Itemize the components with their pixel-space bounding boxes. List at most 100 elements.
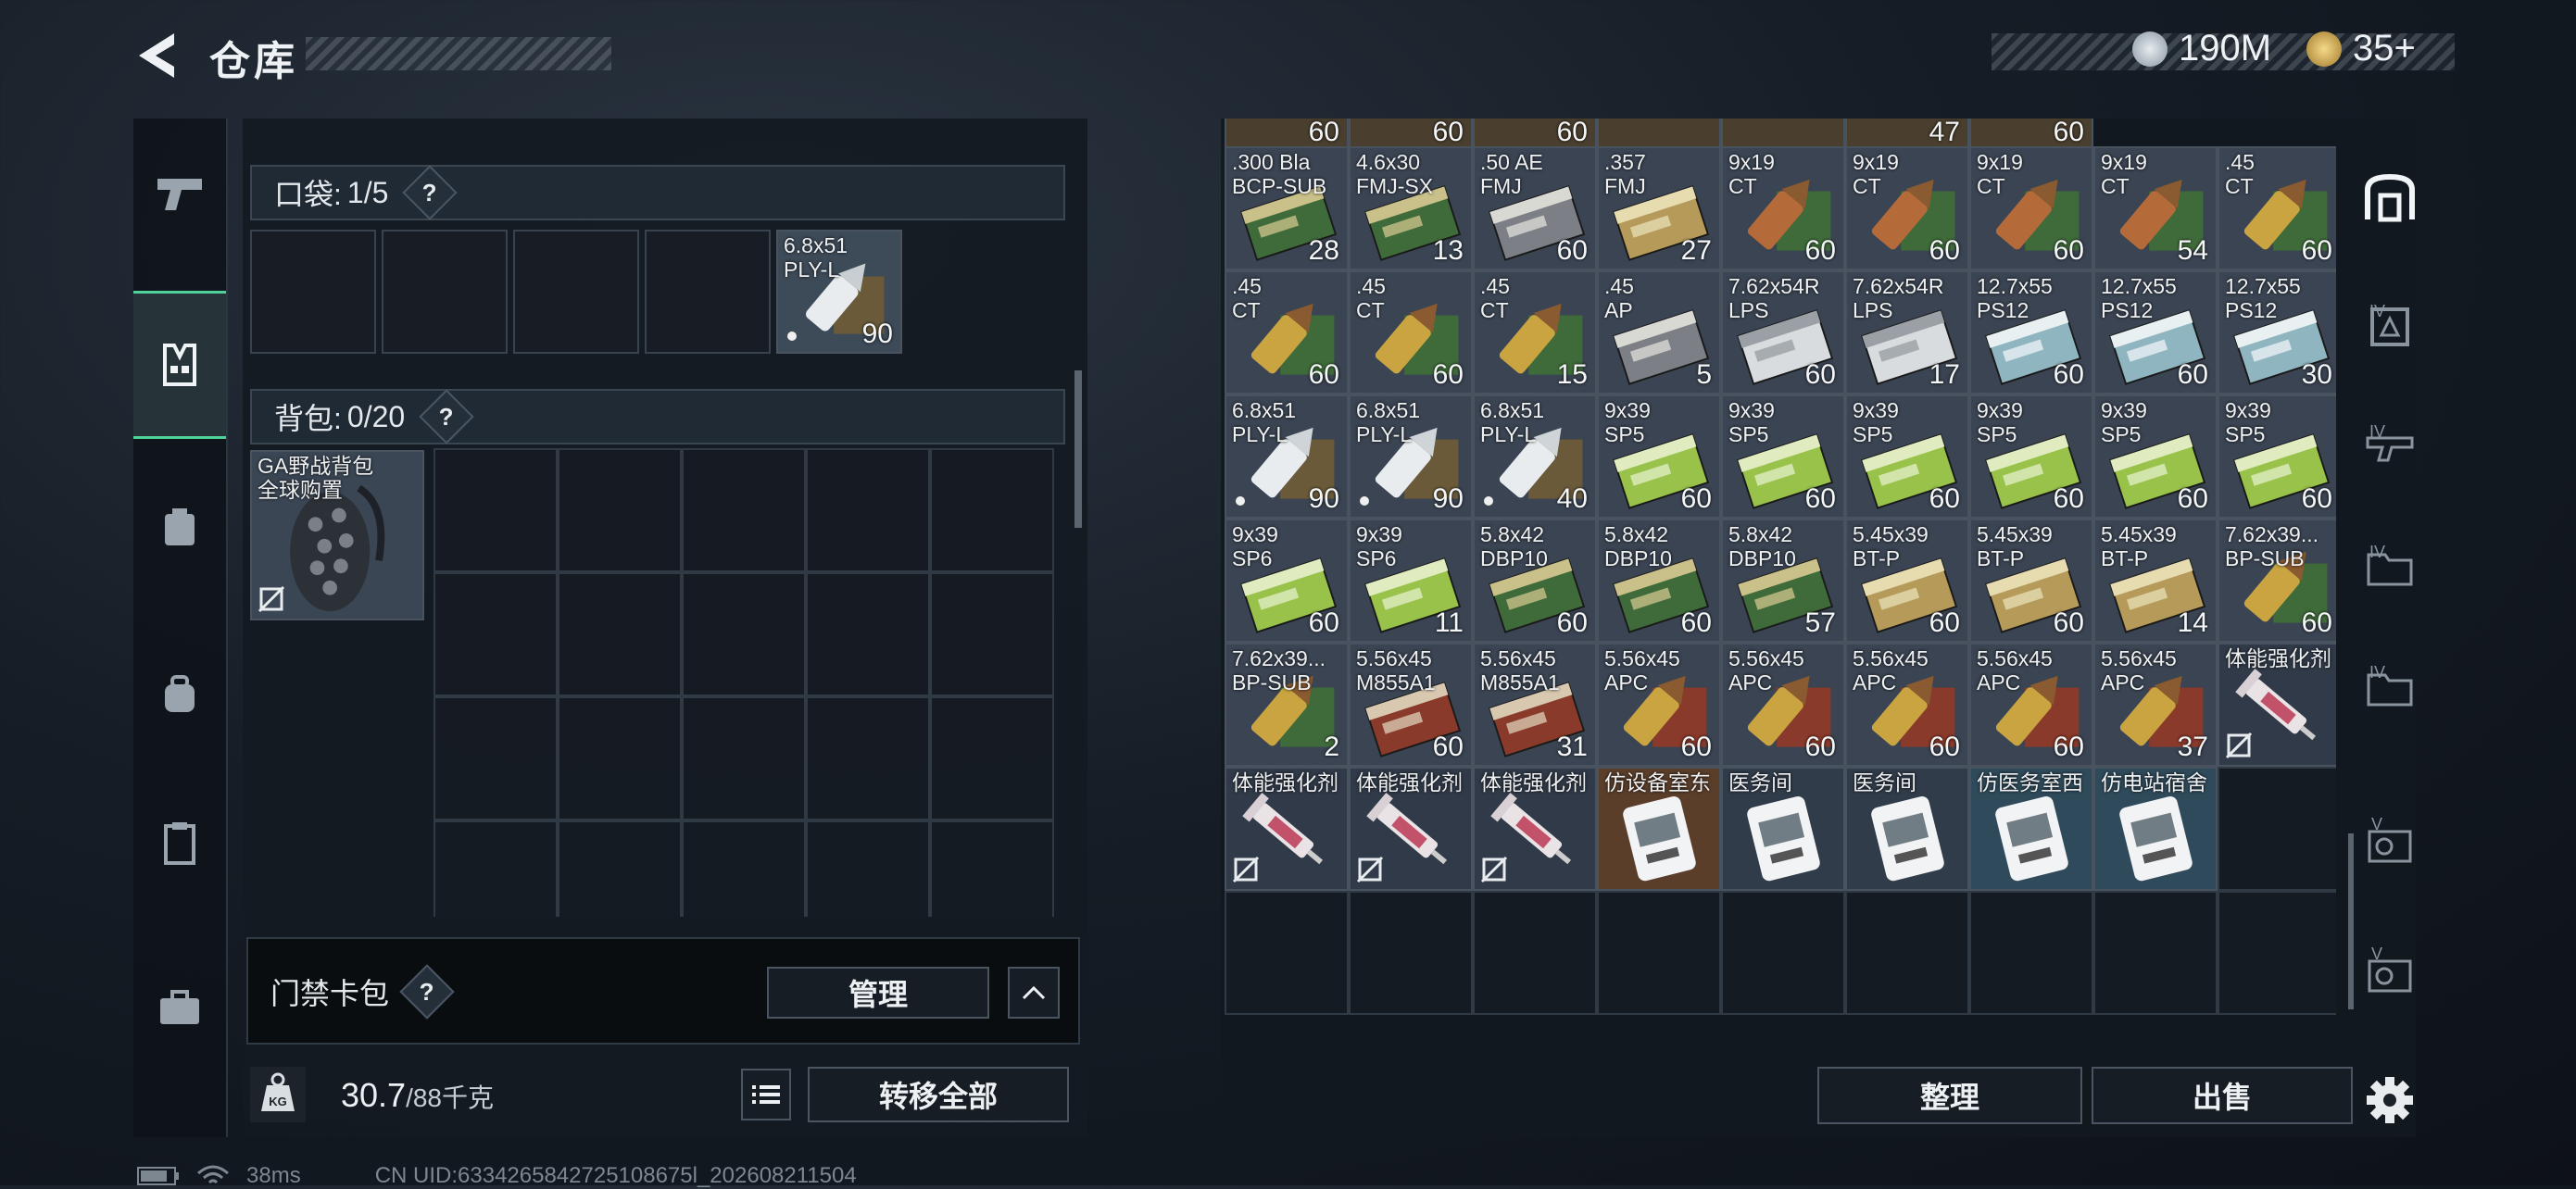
stash-item[interactable]: 9x39 SP5 60: [1969, 394, 2093, 519]
backpack-slot[interactable]: [806, 448, 930, 572]
stash-item[interactable]: 9x39 SP5 60: [2218, 394, 2336, 519]
backpack-slot[interactable]: [434, 572, 558, 696]
backpack-slot[interactable]: [682, 448, 806, 572]
backpack-slot[interactable]: [558, 696, 682, 820]
stash-slot[interactable]: [1473, 891, 1597, 1015]
stash-item[interactable]: 6.8x51 PLY-L 90: [1225, 394, 1349, 519]
nav-helmet[interactable]: [133, 454, 226, 602]
stash-item[interactable]: 仿电站宿舍: [2093, 767, 2218, 891]
backpack-slot[interactable]: [930, 572, 1054, 696]
stash-item[interactable]: 仿医务室西: [1969, 767, 2093, 891]
backpack-slot[interactable]: [558, 448, 682, 572]
backpack-slot[interactable]: [806, 696, 930, 820]
list-view-icon[interactable]: [741, 1069, 791, 1120]
pocket-slot[interactable]: [250, 230, 376, 354]
stash-item[interactable]: 9x19 CT 60: [1969, 146, 2093, 270]
stash-item[interactable]: 12.7x55 PS12 60: [1969, 270, 2093, 394]
stash-item[interactable]: .45 CT 60: [1349, 270, 1473, 394]
stash-slot[interactable]: [2093, 891, 2218, 1015]
backpack-slot[interactable]: [930, 820, 1054, 917]
stash-slot[interactable]: [2218, 767, 2336, 891]
stash-slot[interactable]: [1349, 891, 1473, 1015]
stash-item[interactable]: 体能强化剂: [1349, 767, 1473, 891]
tab-medical-2[interactable]: V: [2344, 915, 2436, 1035]
backpack-slot[interactable]: [806, 572, 930, 696]
help-icon[interactable]: ?: [399, 964, 455, 1020]
stash-item[interactable]: 7.62x54R LPS 60: [1721, 270, 1845, 394]
stash-item[interactable]: 体能强化剂: [1473, 767, 1597, 891]
stash-item[interactable]: 9x39 SP5 60: [2093, 394, 2218, 519]
backpack-slot[interactable]: [682, 572, 806, 696]
stash-item[interactable]: 5.56x45 M855A1 31: [1473, 643, 1597, 767]
backpack-slot[interactable]: [682, 696, 806, 820]
backpack-slot[interactable]: [558, 572, 682, 696]
stash-item[interactable]: 5.8x42 DBP10 60: [1597, 519, 1721, 643]
pocket-slot[interactable]: [645, 230, 771, 354]
backpack-slot[interactable]: [558, 820, 682, 917]
pocket-item[interactable]: 6.8x51 PLY-L 90: [776, 230, 902, 354]
back-icon[interactable]: [130, 28, 185, 83]
stash-item[interactable]: 5.45x39 BT-P 60: [1845, 519, 1969, 643]
stash-slot[interactable]: [1969, 891, 2093, 1015]
stash-item[interactable]: 9x39 SP5 60: [1845, 394, 1969, 519]
stash-item[interactable]: .45 CT 60: [2218, 146, 2336, 270]
settings-button[interactable]: [2344, 1045, 2436, 1156]
stash-item[interactable]: 7.62x39... BP-SUB 60: [2218, 519, 2336, 643]
help-icon[interactable]: ?: [419, 389, 474, 444]
stash-slot[interactable]: [1597, 891, 1721, 1015]
stash-item[interactable]: 9x19 CT 60: [1721, 146, 1845, 270]
backpack-slot[interactable]: [434, 820, 558, 917]
stash-item[interactable]: 12.7x55 PS12 30: [2218, 270, 2336, 394]
stash-item[interactable]: 医务间: [1721, 767, 1845, 891]
pocket-slot[interactable]: [513, 230, 639, 354]
sort-button[interactable]: 整理: [1817, 1067, 2082, 1124]
tab-folder-2[interactable]: IV: [2344, 628, 2436, 748]
currency-silver[interactable]: 190M: [2132, 28, 2271, 69]
stash-item[interactable]: 12.7x55 PS12 60: [2093, 270, 2218, 394]
stash-item[interactable]: .45 CT 15: [1473, 270, 1597, 394]
stash-item[interactable]: 仿设备室东: [1597, 767, 1721, 891]
stash-slot[interactable]: [1845, 891, 1969, 1015]
tab-storage[interactable]: IV: [2344, 267, 2436, 387]
stash-slot[interactable]: [1225, 891, 1349, 1015]
stash-item[interactable]: 5.45x39 BT-P 60: [1969, 519, 2093, 643]
stash-item[interactable]: 9x19 CT 60: [1845, 146, 1969, 270]
backpack-slot[interactable]: [434, 448, 558, 572]
stash-item[interactable]: 9x39 SP6 11: [1349, 519, 1473, 643]
stash-item[interactable]: 5.8x42 DBP10 57: [1721, 519, 1845, 643]
stash-item[interactable]: 6.8x51 PLY-L 40: [1473, 394, 1597, 519]
stash-slot[interactable]: [1721, 891, 1845, 1015]
backpack-slot[interactable]: [806, 820, 930, 917]
stash-item[interactable]: 体能强化剂: [2218, 643, 2336, 767]
scrollbar[interactable]: [1074, 370, 1082, 528]
sell-button[interactable]: 出售: [2092, 1067, 2353, 1124]
stash-item[interactable]: 7.62x54R LPS 17: [1845, 270, 1969, 394]
equipped-backpack[interactable]: GA野战背包 全球购置: [250, 450, 424, 620]
nav-weapons[interactable]: [133, 119, 226, 267]
stash-item[interactable]: 5.56x45 APC 60: [1969, 643, 2093, 767]
chevron-up-icon[interactable]: [1008, 967, 1060, 1019]
backpack-slot[interactable]: [930, 696, 1054, 820]
stash-item[interactable]: 7.62x39... BP-SUB 2: [1225, 643, 1349, 767]
nav-clipboard[interactable]: [133, 769, 226, 917]
tab-medical-1[interactable]: V: [2344, 785, 2436, 906]
stash-item[interactable]: .45 CT 60: [1225, 270, 1349, 394]
stash-slot[interactable]: [2218, 891, 2336, 1015]
stash-item[interactable]: 5.56x45 APC 60: [1597, 643, 1721, 767]
stash-item[interactable]: 5.56x45 APC 60: [1845, 643, 1969, 767]
stash-item[interactable]: 5.8x42 DBP10 60: [1473, 519, 1597, 643]
stash-item[interactable]: 9x39 SP5 60: [1597, 394, 1721, 519]
tab-gun-rack[interactable]: IV: [2344, 387, 2436, 507]
stash-item[interactable]: .300 Bla BCP-SUB 28: [1225, 146, 1349, 270]
tab-stash[interactable]: [2344, 137, 2436, 257]
backpack-slot[interactable]: [930, 448, 1054, 572]
help-icon[interactable]: ?: [402, 165, 459, 220]
nav-briefcase[interactable]: [133, 933, 226, 1082]
backpack-slot[interactable]: [682, 820, 806, 917]
transfer-all-button[interactable]: 转移全部: [808, 1067, 1069, 1122]
pocket-slot[interactable]: [382, 230, 508, 354]
stash-item[interactable]: 4.6x30 FMJ-SX 13: [1349, 146, 1473, 270]
stash-item[interactable]: 9x39 SP6 60: [1225, 519, 1349, 643]
backpack-slot[interactable]: [434, 696, 558, 820]
tab-folder-1[interactable]: IV: [2344, 507, 2436, 628]
